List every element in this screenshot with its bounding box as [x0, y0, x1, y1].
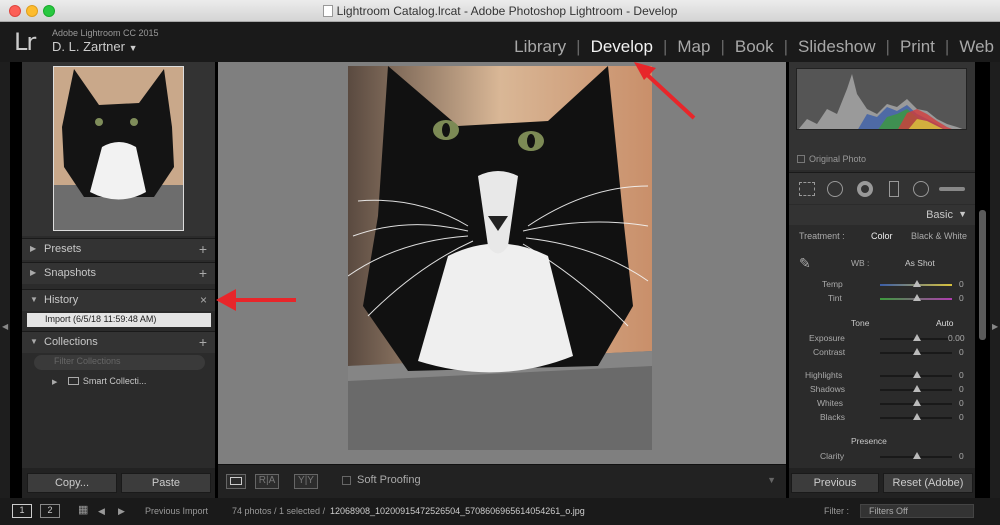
- adjustment-brush-icon[interactable]: [939, 187, 965, 191]
- module-book[interactable]: Book: [725, 37, 784, 57]
- temp-slider[interactable]: [880, 280, 952, 287]
- history-panel-header[interactable]: ▼ History ×: [22, 289, 215, 311]
- soft-proofing-checkbox[interactable]: [342, 476, 351, 485]
- add-snapshot-icon[interactable]: +: [199, 265, 207, 281]
- basic-panel-header[interactable]: Basic ▼: [789, 205, 975, 225]
- module-library[interactable]: Library: [504, 37, 576, 57]
- triangle-down-icon: ▼: [958, 209, 967, 219]
- collections-panel-header[interactable]: ▼ Collections +: [22, 331, 215, 353]
- before-after-split-button[interactable]: Y|Y: [294, 474, 318, 489]
- module-develop[interactable]: Develop: [581, 37, 663, 57]
- lightroom-logo: Lr: [14, 28, 36, 56]
- triangle-right-icon: ▶: [992, 322, 999, 331]
- annotation-arrow-history: [216, 289, 296, 311]
- eyedropper-icon[interactable]: ✎: [799, 255, 811, 272]
- module-print[interactable]: Print: [890, 37, 945, 57]
- histogram[interactable]: [796, 68, 967, 130]
- triangle-left-icon: ◀: [2, 322, 9, 331]
- red-eye-icon[interactable]: [857, 181, 873, 197]
- radial-filter-icon[interactable]: [913, 181, 929, 197]
- user-name[interactable]: D. L. Zartner ▼: [52, 39, 138, 54]
- primary-window-button[interactable]: 1: [12, 504, 32, 518]
- secondary-window-button[interactable]: 2: [40, 504, 60, 518]
- highlights-slider[interactable]: [880, 371, 952, 378]
- right-panel-scrollbar[interactable]: [979, 210, 986, 340]
- forward-arrow-icon[interactable]: ▶: [118, 506, 125, 517]
- clear-history-icon[interactable]: ×: [200, 293, 207, 307]
- identity-plate: Lr Adobe Lightroom CC 2015 D. L. Zartner…: [0, 22, 1000, 62]
- toolbar-menu-icon[interactable]: ▼: [767, 475, 776, 485]
- triangle-right-icon: ▶: [30, 268, 37, 277]
- crop-tool-icon[interactable]: [799, 182, 815, 196]
- spot-removal-icon[interactable]: [827, 181, 843, 197]
- graduated-filter-icon[interactable]: [889, 181, 899, 197]
- image-canvas[interactable]: [218, 62, 786, 464]
- module-web[interactable]: Web: [949, 37, 994, 57]
- triangle-down-icon: ▼: [30, 295, 38, 304]
- module-picker: Library | Develop | Map | Book | Slideshow | …: [504, 37, 994, 57]
- filmstrip-bar: 1 2 ▦ ◀ ▶ Previous Import 74 photos / 1 …: [0, 498, 1000, 525]
- shadows-slider[interactable]: [880, 385, 952, 392]
- blacks-slider[interactable]: [880, 413, 952, 420]
- filmstrip-count: 74 photos / 1 selected /: [232, 506, 326, 516]
- before-after-button[interactable]: R|A: [255, 474, 279, 489]
- filter-dropdown[interactable]: Filters Off: [860, 504, 974, 518]
- triangle-down-icon: ▼: [30, 337, 38, 346]
- soft-proofing-label: Soft Proofing: [357, 474, 421, 486]
- filmstrip-filename[interactable]: 12068908_10200915472526504_5708606965614…: [330, 506, 585, 516]
- annotation-arrow-develop: [634, 62, 696, 120]
- treatment-bw[interactable]: Black & White: [911, 231, 967, 241]
- window-title-bar: Lightroom Catalog.lrcat - Adobe Photosho…: [0, 0, 1000, 22]
- window-title: Lightroom Catalog.lrcat - Adobe Photosho…: [336, 4, 678, 18]
- histogram-panel[interactable]: Original Photo: [789, 62, 975, 170]
- auto-tone-button[interactable]: Auto: [936, 318, 954, 328]
- left-panel: ▶ Presets + ▶ Snapshots + ▼ History × Import (…: [22, 62, 215, 498]
- left-panel-toggle[interactable]: ◀: [0, 62, 10, 498]
- add-collection-icon[interactable]: +: [199, 334, 207, 350]
- treatment-row: Treatment : Color Black & White: [799, 231, 968, 241]
- triangle-right-icon: ▶: [30, 244, 37, 253]
- presets-panel-header[interactable]: ▶ Presets +: [22, 238, 215, 260]
- right-panel-footer: Previous Reset (Adobe): [789, 468, 975, 498]
- left-panel-footer: Copy... Paste: [22, 468, 215, 498]
- module-slideshow[interactable]: Slideshow: [788, 37, 886, 57]
- document-icon: [322, 5, 333, 17]
- original-photo-checkbox[interactable]: [797, 155, 805, 163]
- contrast-slider[interactable]: [880, 348, 952, 355]
- loupe-view-button[interactable]: [226, 474, 246, 489]
- back-arrow-icon[interactable]: ◀: [98, 506, 105, 517]
- snapshots-panel-header[interactable]: ▶ Snapshots +: [22, 262, 215, 284]
- tint-slider[interactable]: [880, 294, 952, 301]
- smart-collection-icon: [67, 377, 79, 385]
- paste-settings-button[interactable]: Paste: [121, 473, 211, 493]
- wb-dropdown[interactable]: As Shot: [905, 258, 935, 268]
- whites-slider[interactable]: [880, 399, 952, 406]
- smart-collections-item[interactable]: ▶ Smart Collecti...: [52, 376, 146, 386]
- collections-filter-input[interactable]: Filter Collections: [34, 355, 205, 370]
- add-preset-icon[interactable]: +: [199, 241, 207, 257]
- tool-strip: [789, 172, 975, 204]
- filter-label: Filter :: [824, 506, 850, 516]
- right-panel: Original Photo Basic ▼ Treatment : Color…: [789, 62, 975, 498]
- clarity-slider[interactable]: [880, 452, 952, 459]
- caret-down-icon: ▼: [128, 43, 138, 53]
- product-name: Adobe Lightroom CC 2015: [52, 28, 159, 38]
- previous-button[interactable]: Previous: [791, 473, 879, 493]
- original-photo-label: Original Photo: [809, 154, 867, 164]
- navigator-thumbnail[interactable]: [53, 66, 184, 231]
- right-panel-toggle[interactable]: ▶: [990, 62, 1000, 498]
- navigator-panel[interactable]: [22, 62, 215, 236]
- exposure-slider[interactable]: [880, 334, 952, 341]
- cat-photo[interactable]: [348, 66, 652, 450]
- filmstrip-source[interactable]: Previous Import: [145, 506, 208, 516]
- develop-toolbar: R|A Y|Y Soft Proofing ▼: [218, 464, 786, 498]
- triangle-right-icon: ▶: [52, 379, 58, 386]
- module-map[interactable]: Map: [667, 37, 720, 57]
- copy-settings-button[interactable]: Copy...: [27, 473, 117, 493]
- history-step[interactable]: Import (6/5/18 11:59:48 AM): [27, 313, 211, 327]
- treatment-color[interactable]: Color: [871, 231, 893, 241]
- grid-view-icon[interactable]: ▦: [78, 503, 88, 516]
- reset-button[interactable]: Reset (Adobe): [883, 473, 973, 493]
